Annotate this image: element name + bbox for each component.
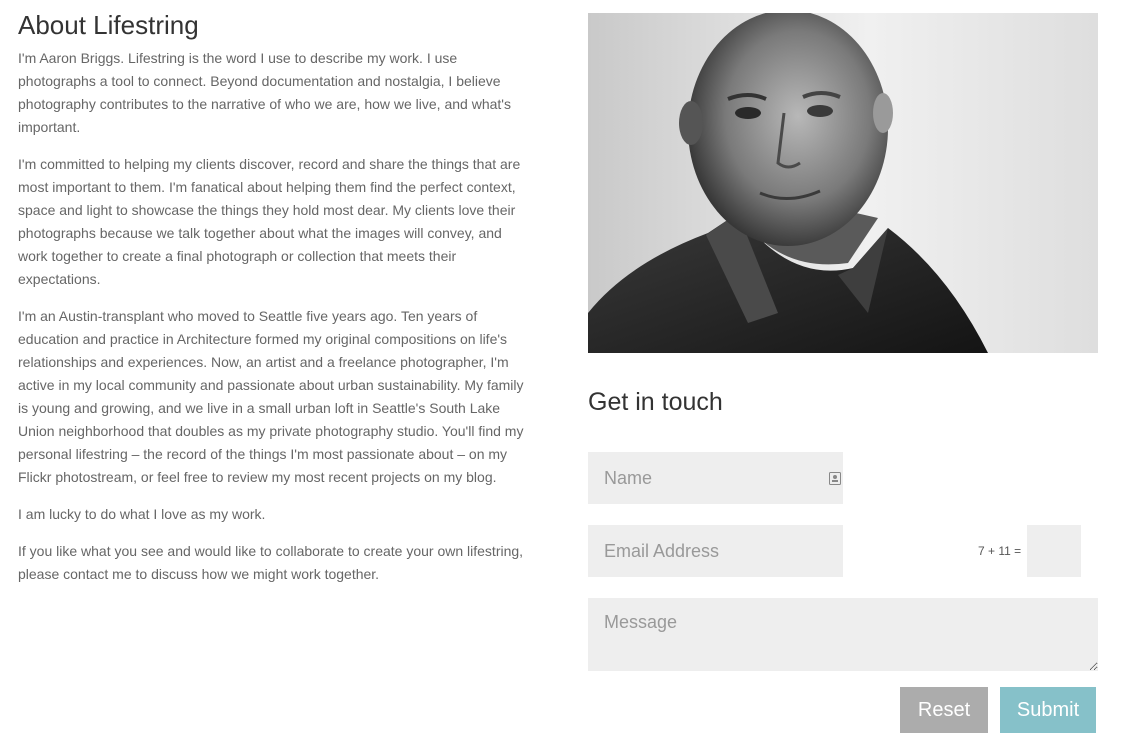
captcha-input[interactable]: [1027, 525, 1081, 577]
about-paragraph-5: If you like what you see and would like …: [18, 543, 524, 582]
name-input[interactable]: [588, 452, 843, 504]
about-title: About Lifestring: [18, 10, 199, 40]
portrait-photo: [588, 13, 1098, 353]
page: About Lifestring I'm Aaron Briggs. Lifes…: [0, 0, 1129, 750]
about-paragraph-1: I'm Aaron Briggs. Lifestring is the word…: [18, 50, 511, 135]
submit-button[interactable]: Submit: [1000, 687, 1096, 733]
contact-title: Get in touch: [588, 388, 723, 416]
about-section: About Lifestring I'm Aaron Briggs. Lifes…: [18, 8, 530, 600]
captcha-question: 7 + 11 =: [978, 544, 1022, 558]
about-paragraph-3: I'm an Austin-transplant who moved to Se…: [18, 308, 524, 485]
reset-button[interactable]: Reset: [900, 687, 988, 733]
message-textarea[interactable]: [588, 598, 1098, 671]
email-input[interactable]: [588, 525, 843, 577]
about-paragraph-4: I am lucky to do what I love as my work.: [18, 506, 266, 522]
contact-card-icon: [829, 472, 841, 485]
about-paragraph-2: I'm committed to helping my clients disc…: [18, 156, 521, 287]
